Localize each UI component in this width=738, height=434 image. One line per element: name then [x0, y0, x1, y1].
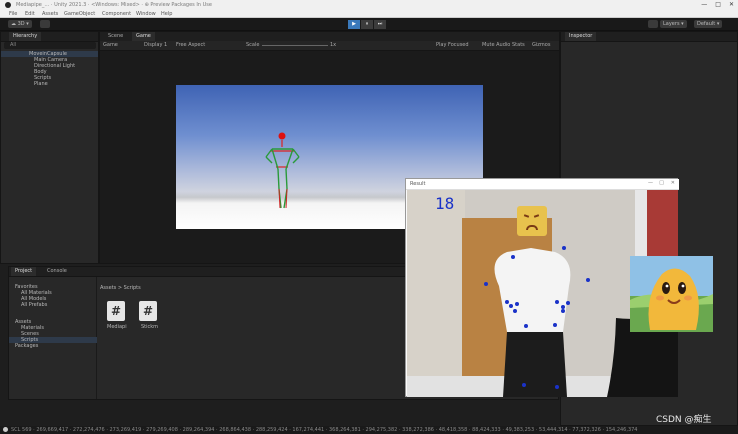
- game-view-toolbar: Game Display 1 Free Aspect Scale 1x Play…: [100, 41, 559, 51]
- landmark-point: [509, 304, 513, 308]
- play-controls: ▶ ⏸ ⏭: [348, 20, 386, 29]
- file-name[interactable]: Stickm: [141, 324, 158, 330]
- menu-gameobject[interactable]: GameObject: [64, 11, 95, 17]
- scale-slider[interactable]: [262, 45, 328, 46]
- tab-game[interactable]: Game: [132, 32, 155, 41]
- landmark-point: [524, 324, 528, 328]
- tab-hierarchy[interactable]: Hierarchy: [9, 32, 42, 41]
- scale-label: Scale: [246, 42, 260, 48]
- tab-console[interactable]: Console: [43, 267, 71, 276]
- play-focused-dropdown[interactable]: Play Focused: [436, 42, 469, 48]
- menu-assets[interactable]: Assets: [42, 11, 58, 17]
- maximize-button[interactable]: □: [715, 1, 721, 8]
- aspect-dropdown[interactable]: Free Aspect: [176, 42, 205, 48]
- stickman-head: [278, 132, 286, 140]
- menu-help[interactable]: Help: [161, 11, 172, 17]
- landmark-point: [586, 278, 590, 282]
- status-text: SCL 569 · 269,669,417 · 272,274,476 · 27…: [11, 427, 638, 433]
- tab-inspector[interactable]: Inspector: [565, 32, 597, 41]
- webcam-title-bar: Result — □ ✕: [406, 179, 679, 190]
- watermark: CSDN @痴生: [656, 415, 712, 425]
- game-mode-dropdown[interactable]: Game: [103, 42, 118, 48]
- breadcrumb: Assets > Scripts: [100, 285, 141, 291]
- webcam-title: Result: [410, 181, 426, 187]
- csharp-script-icon[interactable]: #: [107, 301, 125, 321]
- landmark-point: [553, 323, 557, 327]
- tab-project[interactable]: Project: [11, 267, 37, 276]
- webcam-minimize-button[interactable]: —: [648, 180, 653, 186]
- window-title-bar: Mediapipe_… · Unity 2021.3 · <Windows: M…: [0, 0, 738, 10]
- project-tree: Favorites All Materials All Models All P…: [9, 277, 97, 399]
- landmark-point: [561, 305, 565, 309]
- unity-logo-icon: [5, 2, 11, 8]
- tree-item[interactable]: All Prefabs: [21, 302, 47, 308]
- main-toolbar: ☁ 3D ▾ ▶ ⏸ ⏭ Layers ▾ Default ▾: [0, 18, 738, 31]
- menu-window[interactable]: Window: [136, 11, 156, 17]
- mascot-sticker: [630, 256, 713, 332]
- landmark-point: [566, 301, 570, 305]
- layers-dropdown[interactable]: Layers ▾: [660, 20, 687, 28]
- cloud-icon[interactable]: [40, 20, 50, 28]
- landmark-point: [562, 246, 566, 250]
- mute-audio-toggle[interactable]: Mute Audio: [482, 42, 510, 48]
- tab-scene[interactable]: Scene: [104, 32, 127, 41]
- window-title: Mediapipe_… · Unity 2021.3 · <Windows: M…: [16, 2, 212, 8]
- webcam-maximize-button[interactable]: □: [659, 180, 664, 186]
- hierarchy-search-input[interactable]: All: [4, 42, 96, 49]
- status-bar: SCL 569 · 269,669,417 · 272,274,476 · 27…: [0, 426, 738, 434]
- landmark-point: [555, 385, 559, 389]
- landmark-point: [522, 383, 526, 387]
- menu-edit[interactable]: Edit: [25, 11, 35, 17]
- landmark-point: [555, 300, 559, 304]
- file-name[interactable]: Mediapi: [107, 324, 127, 330]
- hierarchy-panel: Hierarchy All MoveinCapsule Main Camera …: [0, 31, 99, 264]
- landmark-point: [513, 309, 517, 313]
- csharp-script-icon[interactable]: #: [139, 301, 157, 321]
- play-button[interactable]: ▶: [348, 20, 360, 29]
- display-dropdown[interactable]: Display 1: [144, 42, 167, 48]
- account-button[interactable]: ☁ 3D ▾: [8, 20, 32, 28]
- pause-button[interactable]: ⏸: [361, 20, 373, 29]
- landmark-point: [561, 309, 565, 313]
- menu-file[interactable]: File: [9, 11, 17, 17]
- gizmos-dropdown[interactable]: Gizmos: [532, 42, 550, 48]
- landmark-point: [484, 282, 488, 286]
- layout-dropdown[interactable]: Default ▾: [694, 20, 723, 28]
- stats-toggle[interactable]: Stats: [512, 42, 525, 48]
- hierarchy-item[interactable]: Plane: [34, 81, 48, 87]
- webcam-close-button[interactable]: ✕: [671, 180, 675, 186]
- close-button[interactable]: ✕: [729, 1, 734, 8]
- landmark-point: [511, 255, 515, 259]
- hierarchy-search-placeholder: All: [10, 42, 17, 48]
- scale-value: 1x: [330, 42, 337, 48]
- info-icon: [3, 427, 8, 432]
- landmark-point: [515, 302, 519, 306]
- search-icon[interactable]: [648, 20, 658, 28]
- menu-bar: File Edit Assets GameObject Component Wi…: [0, 10, 738, 18]
- minimize-button[interactable]: —: [701, 1, 707, 8]
- step-button[interactable]: ⏭: [374, 20, 386, 29]
- tree-item[interactable]: Packages: [15, 343, 38, 349]
- landmark-point: [505, 300, 509, 304]
- menu-component[interactable]: Component: [102, 11, 131, 17]
